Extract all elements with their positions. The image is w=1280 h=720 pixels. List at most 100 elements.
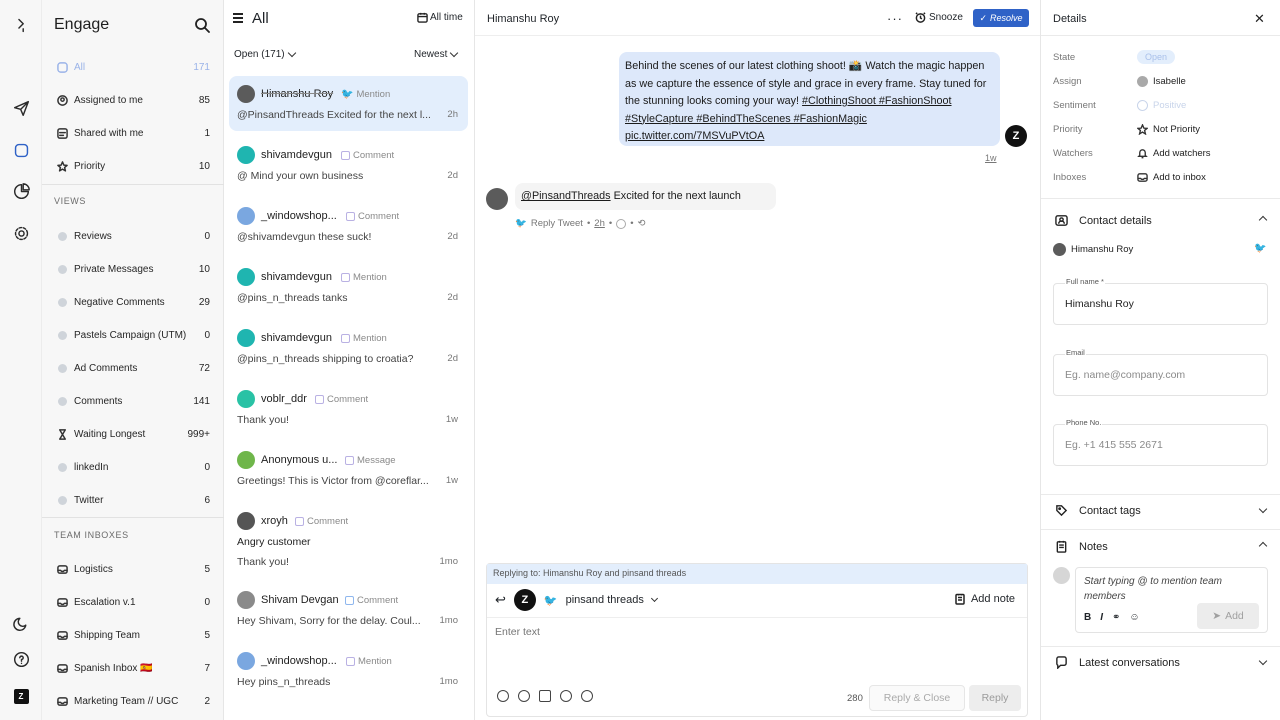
conversation-item[interactable]: Anonymous u... Message Greetings! This i… <box>229 442 468 497</box>
view-item-private-messages[interactable]: Private Messages 10 <box>48 257 218 281</box>
reply-button[interactable]: Reply <box>969 685 1021 711</box>
user-avatar-icon[interactable]: Z <box>10 685 32 707</box>
state-value[interactable]: Open <box>1137 50 1176 64</box>
team-item-shipping[interactable]: Shipping Team 5 <box>48 623 218 647</box>
menu-icon[interactable] <box>233 13 243 23</box>
message-timestamp[interactable]: 2h <box>594 218 605 229</box>
reply-close-button[interactable]: Reply & Close <box>869 685 965 711</box>
engage-icon[interactable] <box>10 139 32 161</box>
sidebar-item-priority[interactable]: Priority 10 <box>48 154 218 178</box>
chevron-down-icon[interactable] <box>1258 656 1268 666</box>
retweet-icon[interactable]: ⟲ <box>638 218 646 229</box>
watchers-label: Watchers <box>1053 148 1093 159</box>
chevron-up-icon[interactable] <box>1258 541 1268 551</box>
link-icon[interactable]: ⚭ <box>1112 612 1120 623</box>
time-filter[interactable]: All time <box>417 12 463 23</box>
emoji-icon[interactable] <box>497 690 509 702</box>
assign-label: Assign <box>1053 76 1082 87</box>
instagram-icon <box>315 395 324 404</box>
search-icon[interactable] <box>194 17 210 33</box>
timestamp: 2d <box>447 170 458 181</box>
view-item-comments[interactable]: Comments 141 <box>48 389 218 413</box>
add-note-submit-button[interactable]: ➤ Add <box>1197 603 1259 629</box>
sidebar-item-assigned[interactable]: Assigned to me 85 <box>48 88 218 112</box>
reply-text-input[interactable] <box>495 626 1015 638</box>
dark-mode-icon[interactable] <box>10 612 32 634</box>
sentiment-value[interactable]: Positive <box>1137 100 1186 111</box>
more-options-icon[interactable]: ··· <box>887 11 903 26</box>
email-input[interactable] <box>1065 369 1255 381</box>
latest-conversations-header[interactable]: Latest conversations <box>1055 656 1180 669</box>
status-filter[interactable]: Open (171) <box>234 48 296 60</box>
view-item-pastels-campaign[interactable]: Pastels Campaign (UTM) 0 <box>48 323 218 347</box>
chevron-down-icon[interactable] <box>650 594 658 603</box>
close-icon[interactable]: ✕ <box>1254 11 1265 27</box>
publish-icon[interactable] <box>10 97 32 119</box>
conversation-type: Comment <box>295 516 348 527</box>
settings-icon[interactable] <box>10 222 32 244</box>
full-name-input[interactable] <box>1065 298 1255 310</box>
add-watchers-button[interactable]: Add watchers <box>1137 148 1211 159</box>
conversation-type: 🐦 Mention <box>341 89 390 100</box>
sort-dropdown[interactable]: Newest <box>414 48 459 60</box>
reply-tweet-link[interactable]: Reply Tweet <box>531 218 583 229</box>
account-selector[interactable]: pinsand threads <box>566 594 644 606</box>
gif-icon[interactable] <box>539 690 551 702</box>
sidebar: Engage All 171 Assigned to me 85 Shared … <box>42 0 224 720</box>
team-item-marketing[interactable]: Marketing Team // UGC 2 <box>48 689 218 713</box>
logo-icon[interactable] <box>10 14 32 36</box>
inbox-tray-icon <box>56 563 68 575</box>
team-label: Marketing Team // UGC <box>74 695 179 707</box>
sidebar-item-all[interactable]: All 171 <box>48 55 218 79</box>
notes-editor[interactable]: Start typing @ to mention team members B… <box>1075 567 1268 633</box>
view-item-twitter[interactable]: Twitter 6 <box>48 488 218 512</box>
conversation-item[interactable]: Shivam Devgan Comment Hey Shivam, Sorry … <box>229 582 468 637</box>
chevron-up-icon[interactable] <box>1258 215 1268 225</box>
view-item-linkedin[interactable]: linkedIn 0 <box>48 455 218 479</box>
message-timestamp[interactable]: 1w <box>985 153 997 163</box>
notes-header[interactable]: Notes <box>1055 540 1108 553</box>
add-to-inbox-button[interactable]: Add to inbox <box>1137 172 1206 183</box>
view-item-reviews[interactable]: Reviews 0 <box>48 224 218 248</box>
media-icon[interactable] <box>518 690 530 702</box>
conversation-item[interactable]: xroyh Comment Angry customer Thank you! … <box>229 503 468 578</box>
view-item-negative-comments[interactable]: Negative Comments 29 <box>48 290 218 314</box>
ai-assist-icon[interactable] <box>581 690 593 702</box>
message-mention[interactable]: @PinsandThreads <box>521 190 611 202</box>
help-icon[interactable] <box>10 648 32 670</box>
sidebar-item-shared[interactable]: Shared with me 1 <box>48 121 218 145</box>
conversation-item[interactable]: _windowshop... Comment @shivamdevgun the… <box>229 198 468 253</box>
contact-details-header[interactable]: Contact details <box>1055 214 1152 227</box>
team-item-escalation[interactable]: Escalation v.1 0 <box>48 590 218 614</box>
add-note-button[interactable]: Add note <box>954 593 1015 605</box>
snooze-button[interactable]: Snooze <box>915 12 963 23</box>
conversation-item[interactable]: Himanshu Roy 🐦 Mention @PinsandThreads Ex… <box>229 76 468 131</box>
assign-value[interactable]: Isabelle <box>1137 76 1186 87</box>
view-icon <box>56 395 68 407</box>
view-count: 0 <box>204 329 210 341</box>
chevron-down-icon[interactable] <box>1258 504 1268 514</box>
analytics-icon[interactable] <box>10 180 32 202</box>
team-item-logistics[interactable]: Logistics 5 <box>48 557 218 581</box>
team-item-spanish[interactable]: Spanish Inbox 🇪🇸 7 <box>48 656 218 680</box>
conversation-item[interactable]: shivamdevgun Mention @pins_n_threads shi… <box>229 320 468 375</box>
emoji-icon[interactable]: ☺ <box>1129 612 1139 623</box>
divider <box>1041 35 1280 36</box>
conversation-item[interactable]: voblr_ddr Comment Thank you! 1w <box>229 381 468 436</box>
view-item-ad-comments[interactable]: Ad Comments 72 <box>48 356 218 380</box>
italic-icon[interactable]: I <box>1100 612 1103 623</box>
phone-input[interactable] <box>1065 439 1255 451</box>
notes-placeholder: Start typing @ to mention team members <box>1084 576 1222 602</box>
resolve-button[interactable]: ✓ Resolve <box>973 9 1029 27</box>
priority-value[interactable]: Not Priority <box>1137 124 1200 135</box>
saved-reply-icon[interactable] <box>560 690 572 702</box>
sidebar-item-count: 10 <box>198 160 210 172</box>
contact-tags-header[interactable]: Contact tags <box>1055 504 1141 517</box>
reply-type-icon[interactable]: ↩ <box>495 592 506 608</box>
conversation-item[interactable]: shivamdevgun Mention @pins_n_threads tan… <box>229 259 468 314</box>
view-label: Comments <box>74 395 123 407</box>
conversation-item[interactable]: shivamdevgun Comment @ Mind your own bus… <box>229 137 468 192</box>
view-item-waiting-longest[interactable]: Waiting Longest 999+ <box>48 422 218 446</box>
bold-icon[interactable]: B <box>1084 612 1091 623</box>
conversation-item[interactable]: _windowshop... Mention Hey pins_n_thread… <box>229 643 468 698</box>
